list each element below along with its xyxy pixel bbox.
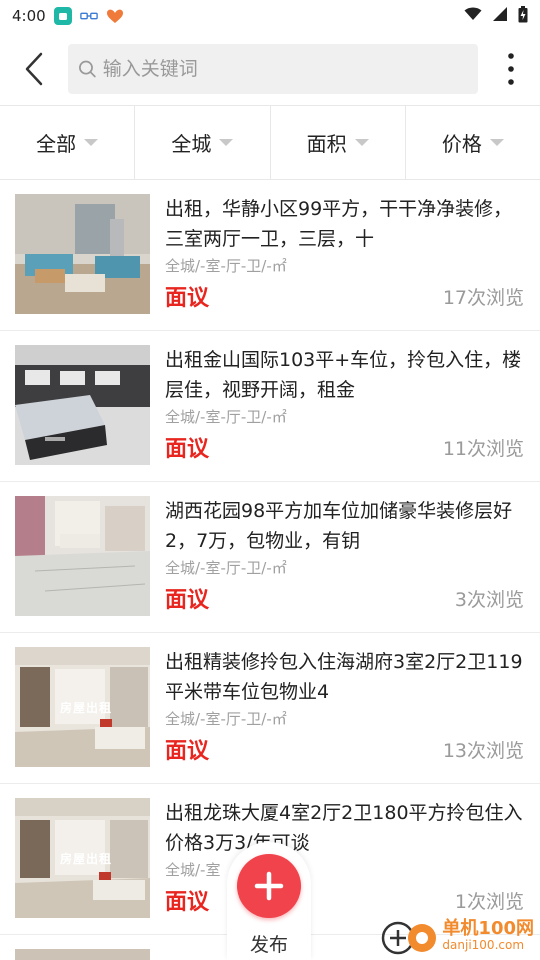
- filter-area[interactable]: 面积: [271, 106, 406, 179]
- site-watermark: 单机100网 danji100.com: [380, 916, 534, 956]
- battery-icon: [518, 5, 528, 27]
- caret-down-icon: [84, 139, 99, 146]
- list-item[interactable]: 湖西花园98平方加车位加储豪华装修层好2，7万，包物业，有钥 全城/-室-厅-卫…: [0, 482, 540, 633]
- list-item[interactable]: 房屋出租 出租精装修拎包入住海湖府3室2厅2卫119平米带车位包物业4 全城/-…: [0, 633, 540, 784]
- listing-views: 3次浏览: [454, 588, 524, 611]
- back-arrow-icon: [25, 52, 43, 85]
- listing-title: 出租，华静小区99平方，干干净净装修，三室两厅一卫，三层，十: [165, 198, 513, 250]
- listing-price: 面议: [165, 890, 210, 915]
- listing-title: 出租精装修拎包入住海湖府3室2厅2卫119平米带车位包物业4: [165, 651, 523, 703]
- listing-photo: [15, 194, 150, 314]
- caret-down-icon: [354, 139, 369, 146]
- search-input[interactable]: [102, 57, 468, 80]
- watermark-logo-icon: [382, 921, 437, 955]
- listing-title: 出租龙珠大厦4室2厅2卫180平方拎包住入价格3万3/年可谈: [165, 802, 523, 854]
- filter-price[interactable]: 价格: [406, 106, 540, 179]
- list-item[interactable]: 出租金山国际103平+车位，拎包入住，楼层佳，视野开阔，租金 全城/-室-厅-卫…: [0, 331, 540, 482]
- listing-photo: [15, 496, 150, 616]
- caret-down-icon: [219, 139, 234, 146]
- more-vertical-icon: [508, 52, 514, 85]
- filter-label: 价格: [441, 132, 482, 156]
- top-bar: [0, 32, 540, 106]
- publish-fab[interactable]: [237, 854, 301, 918]
- listing-meta: 全城/-室-厅-卫/-㎡: [165, 257, 287, 275]
- filter-all[interactable]: 全部: [0, 106, 136, 179]
- listing-title: 湖西花园98平方加车位加储豪华装修层好2，7万，包物业，有钥: [165, 500, 513, 552]
- photo-watermark-label: 房屋出租: [60, 701, 113, 715]
- watermark-url: danji100.com: [442, 938, 525, 953]
- wifi-icon: [464, 7, 482, 25]
- search-box[interactable]: [68, 43, 478, 94]
- heart-notification-icon: [106, 7, 124, 25]
- filter-bar: 全部 全城 面积 价格: [0, 106, 540, 180]
- publish-button[interactable]: 发布: [227, 842, 311, 960]
- listing-views: 1次浏览: [454, 890, 524, 913]
- search-icon: [79, 60, 96, 77]
- filter-label: 面积: [306, 132, 347, 156]
- listing-meta: 全城/-室-厅-卫/-㎡: [165, 559, 287, 577]
- filter-label: 全部: [36, 132, 77, 156]
- back-button[interactable]: [14, 44, 54, 94]
- listing-meta: 全城/-室: [165, 861, 221, 879]
- more-options-button[interactable]: [496, 44, 526, 94]
- listing-meta: 全城/-室-厅-卫/-㎡: [165, 408, 287, 426]
- caret-down-icon: [489, 139, 504, 146]
- publish-label: 发布: [249, 934, 288, 956]
- listing-title: 出租金山国际103平+车位，拎包入住，楼层佳，视野开阔，租金: [165, 349, 522, 401]
- listing-photo: 房屋出租: [15, 647, 150, 767]
- listing-price: 面议: [165, 437, 210, 462]
- glasses-notification-icon: [79, 7, 98, 25]
- listing-photo: [15, 345, 150, 465]
- listing-price: 面议: [165, 588, 210, 613]
- listing-views: 11次浏览: [442, 437, 524, 460]
- filter-city[interactable]: 全城: [135, 106, 271, 179]
- listing-price: 面议: [165, 286, 210, 311]
- plus-icon: [254, 871, 284, 901]
- listing-meta: 全城/-室-厅-卫/-㎡: [165, 710, 287, 728]
- signal-icon: [492, 6, 508, 26]
- app-notification-icon: [53, 7, 72, 25]
- status-time: 4:00: [12, 7, 46, 25]
- list-item[interactable]: 出租，华静小区99平方，干干净净装修，三室两厅一卫，三层，十 全城/-室-厅-卫…: [0, 180, 540, 331]
- listing-photo: [15, 949, 150, 960]
- listing-price: 面议: [165, 739, 210, 764]
- status-bar: 4:00: [0, 0, 540, 32]
- filter-label: 全城: [171, 132, 212, 156]
- listing-views: 13次浏览: [442, 739, 524, 762]
- watermark-title: 单机100网: [442, 918, 534, 940]
- listing-views: 17次浏览: [442, 286, 524, 309]
- photo-watermark-label: 房屋出租: [60, 852, 113, 866]
- listing-photo: 房屋出租: [15, 798, 150, 918]
